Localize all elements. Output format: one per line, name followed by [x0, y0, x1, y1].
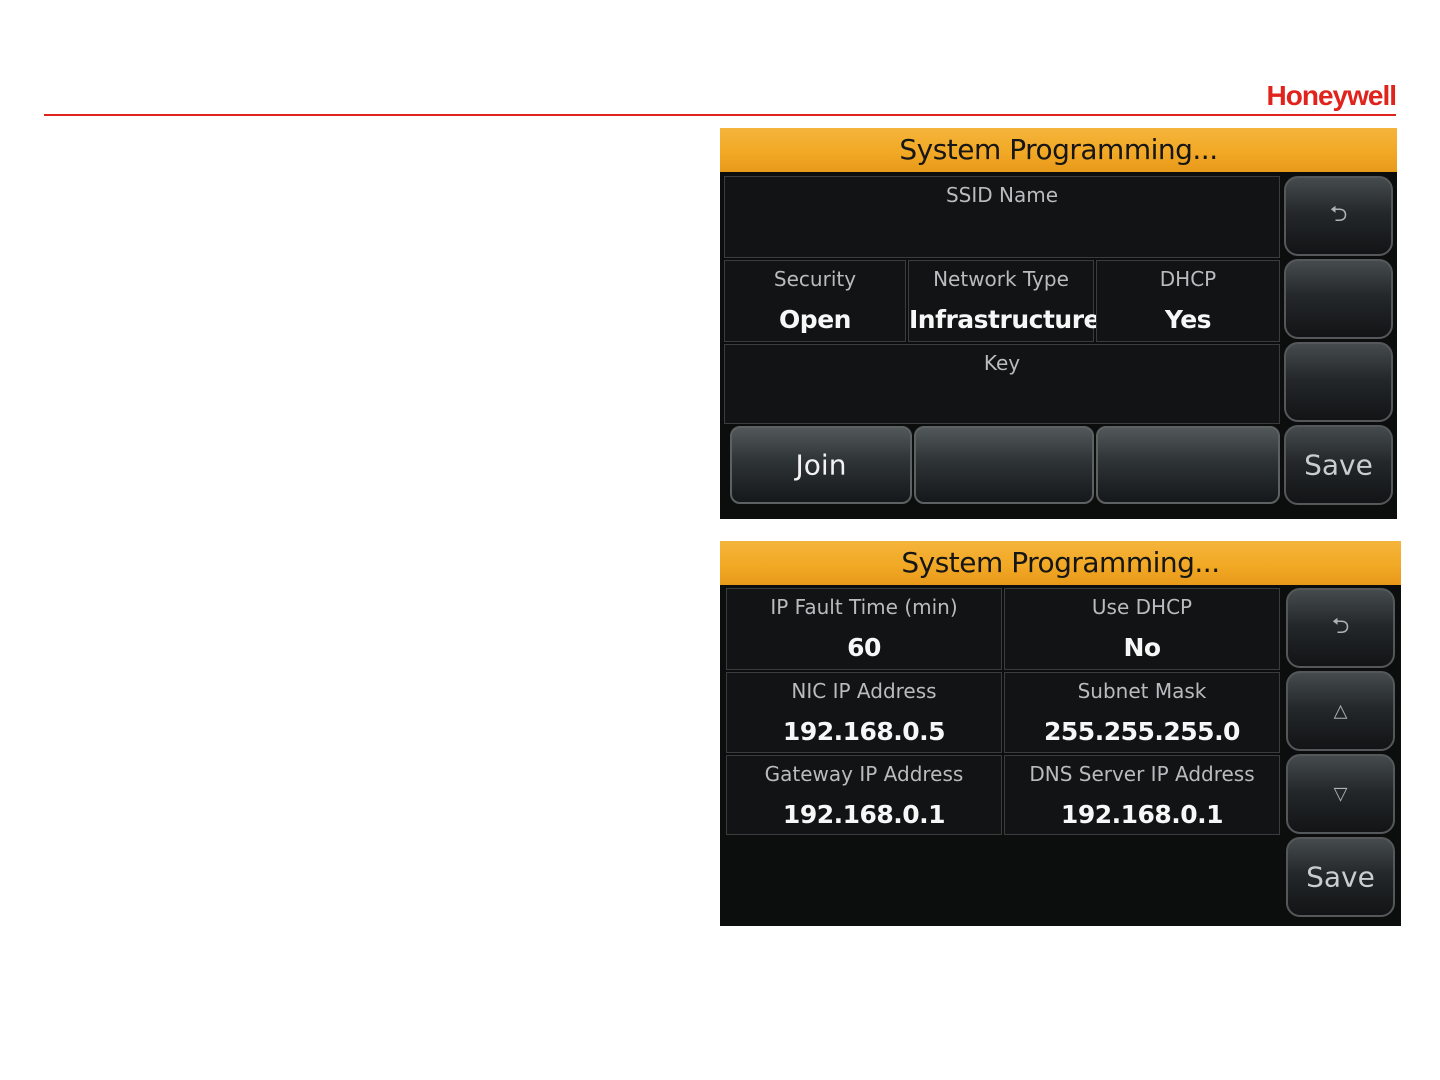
dns-server-ip-address-field[interactable]: DNS Server IP Address 192.168.0.1 — [1004, 755, 1280, 835]
ssid-name-field[interactable]: SSID Name — [724, 176, 1280, 258]
save-button[interactable]: Save — [1286, 837, 1395, 917]
security-value: Open — [779, 305, 851, 334]
security-label: Security — [773, 267, 857, 291]
save-button[interactable]: Save — [1284, 425, 1393, 505]
dns-server-ip-address-value: 192.168.0.1 — [1060, 800, 1224, 829]
nic-ip-address-label: NIC IP Address — [791, 679, 937, 703]
scroll-down-button[interactable]: ▽ — [1286, 754, 1395, 834]
subnet-mask-value: 255.255.255.0 — [1044, 717, 1240, 746]
ssid-name-label: SSID Name — [945, 183, 1059, 207]
subnet-mask-label: Subnet Mask — [1077, 679, 1207, 703]
blank-button-2[interactable] — [914, 426, 1094, 504]
security-field[interactable]: Security Open — [724, 260, 906, 342]
screen-title: System Programming... — [720, 541, 1401, 585]
join-button[interactable]: Join — [730, 426, 912, 504]
nic-ip-address-field[interactable]: NIC IP Address 192.168.0.5 — [726, 672, 1002, 753]
side-button-3[interactable] — [1284, 342, 1393, 422]
save-button-label: Save — [1304, 448, 1373, 482]
gateway-ip-address-value: 192.168.0.1 — [782, 800, 946, 829]
join-button-label: Join — [795, 448, 847, 482]
key-label: Key — [983, 351, 1021, 375]
side-button-2[interactable] — [1284, 259, 1393, 339]
key-field[interactable]: Key — [724, 344, 1280, 424]
header-divider — [44, 114, 1396, 116]
back-arrow-icon: ⮌ — [1329, 201, 1348, 226]
gateway-ip-address-field[interactable]: Gateway IP Address 192.168.0.1 — [726, 755, 1002, 835]
back-button[interactable]: ⮌ — [1286, 588, 1395, 668]
dhcp-label: DHCP — [1159, 267, 1217, 291]
up-arrow-icon: △ — [1333, 700, 1348, 721]
dhcp-value: Yes — [1164, 305, 1212, 334]
down-arrow-icon: ▽ — [1333, 783, 1348, 804]
save-button-label: Save — [1306, 860, 1375, 894]
use-dhcp-value: No — [1123, 633, 1161, 662]
gateway-ip-address-label: Gateway IP Address — [764, 762, 964, 786]
scroll-up-button[interactable]: △ — [1286, 671, 1395, 751]
use-dhcp-label: Use DHCP — [1091, 595, 1193, 619]
network-type-value: Infrastructure — [909, 305, 1101, 334]
dns-server-ip-address-label: DNS Server IP Address — [1029, 762, 1255, 786]
use-dhcp-field[interactable]: Use DHCP No — [1004, 588, 1280, 670]
ip-settings-screen: System Programming... IP Fault Time (min… — [720, 541, 1401, 926]
network-type-label: Network Type — [933, 267, 1069, 291]
back-arrow-icon: ⮌ — [1331, 613, 1350, 638]
dhcp-field[interactable]: DHCP Yes — [1096, 260, 1280, 342]
blank-button-3[interactable] — [1096, 426, 1280, 504]
ip-fault-time-value: 60 — [847, 633, 881, 662]
screen-title: System Programming... — [720, 128, 1397, 172]
ip-fault-time-label: IP Fault Time (min) — [770, 595, 958, 619]
back-button[interactable]: ⮌ — [1284, 176, 1393, 256]
nic-ip-address-value: 192.168.0.5 — [782, 717, 946, 746]
wifi-settings-screen: System Programming... SSID Name Security… — [720, 128, 1397, 519]
network-type-field[interactable]: Network Type Infrastructure — [908, 260, 1101, 342]
ip-fault-time-field[interactable]: IP Fault Time (min) 60 — [726, 588, 1002, 670]
honeywell-logo: Honeywell — [1266, 80, 1397, 111]
subnet-mask-field[interactable]: Subnet Mask 255.255.255.0 — [1004, 672, 1280, 753]
